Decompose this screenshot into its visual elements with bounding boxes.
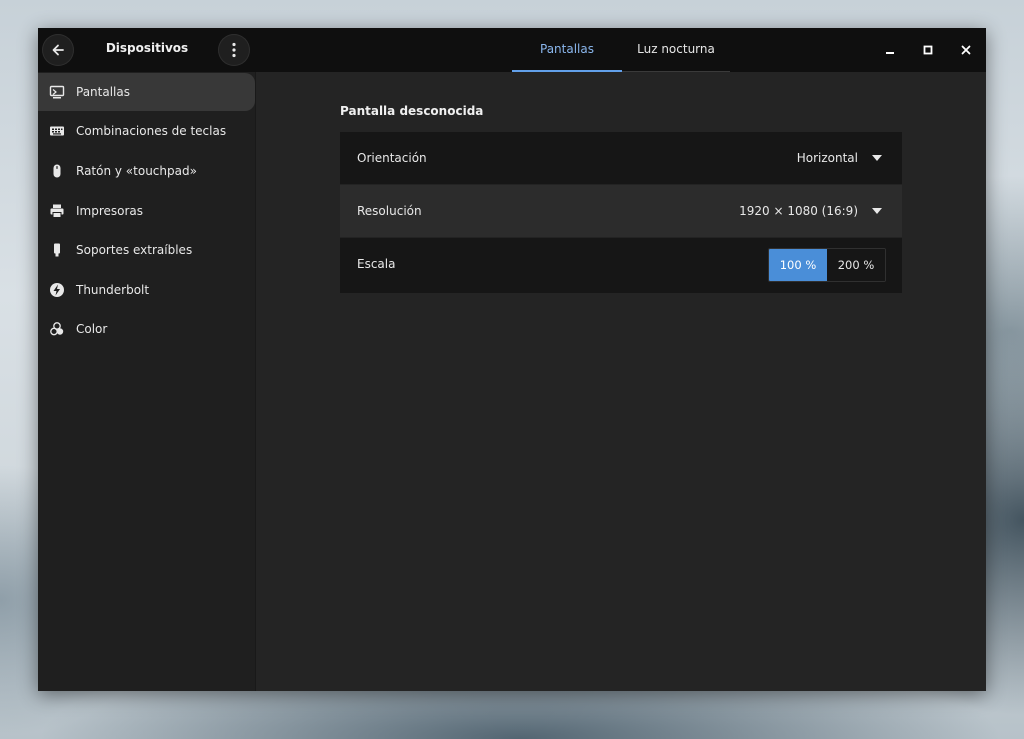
orientation-label: Orientación: [357, 151, 427, 165]
scale-100-button[interactable]: 100 %: [769, 249, 827, 281]
back-button[interactable]: [42, 34, 74, 66]
sidebar-item-pantallas[interactable]: Pantallas: [38, 73, 255, 111]
minimize-button[interactable]: [880, 40, 900, 60]
mouse-icon: [49, 163, 65, 179]
sidebar-item-label: Thunderbolt: [76, 283, 150, 297]
close-button[interactable]: [956, 40, 976, 60]
display-icon: [49, 84, 65, 100]
close-icon: [961, 45, 971, 55]
sidebar-item-label: Impresoras: [76, 204, 144, 218]
thunderbolt-icon: [49, 282, 65, 298]
scale-toggle-group: 100 % 200 %: [768, 248, 886, 282]
main-content: Pantalla desconocida Orientación Horizon…: [256, 72, 986, 691]
resolution-value: 1920 × 1080 (16:9): [739, 204, 858, 218]
section-title: Pantalla desconocida: [340, 104, 484, 118]
sidebar-item-thunderbolt[interactable]: Thunderbolt: [38, 271, 255, 309]
orientation-value: Horizontal: [796, 151, 858, 165]
printer-icon: [49, 203, 65, 219]
chevron-down-icon: [872, 208, 882, 214]
scale-row: Escala 100 % 200 %: [340, 238, 902, 293]
sidebar-item-color[interactable]: Color: [38, 310, 255, 348]
chevron-down-icon: [872, 155, 882, 161]
sidebar-item-combinaciones[interactable]: Combinaciones de teclas: [38, 112, 255, 150]
minimize-icon: [886, 52, 894, 54]
sidebar-item-label: Ratón y «touchpad»: [76, 164, 197, 178]
resolution-row[interactable]: Resolución 1920 × 1080 (16:9): [340, 185, 902, 238]
back-arrow-icon: [52, 44, 64, 56]
sidebar-item-raton[interactable]: Ratón y «touchpad»: [38, 152, 255, 190]
scale-200-button[interactable]: 200 %: [827, 249, 885, 281]
orientation-row[interactable]: Orientación Horizontal: [340, 132, 902, 185]
vertical-dots-icon: [232, 42, 236, 58]
header-bar: Dispositivos Pantallas Luz nocturna: [38, 28, 986, 72]
usb-drive-icon: [49, 242, 65, 258]
sidebar-item-label: Soportes extraíbles: [76, 243, 193, 257]
menu-button[interactable]: [218, 34, 250, 66]
sidebar-item-label: Pantallas: [76, 85, 130, 99]
maximize-icon: [923, 45, 933, 55]
sidebar: Pantallas Combinaciones de teclas Ratón …: [38, 72, 256, 691]
scale-label: Escala: [357, 257, 396, 271]
keyboard-icon: [49, 123, 65, 139]
tab-pantallas[interactable]: Pantallas: [512, 28, 622, 72]
sidebar-item-impresoras[interactable]: Impresoras: [38, 192, 255, 230]
maximize-button[interactable]: [918, 40, 938, 60]
tab-bar: Pantallas Luz nocturna: [512, 28, 730, 72]
color-icon: [49, 321, 65, 337]
resolution-label: Resolución: [357, 204, 422, 218]
sidebar-item-soportes[interactable]: Soportes extraíbles: [38, 231, 255, 269]
sidebar-item-label: Color: [76, 322, 108, 336]
tab-luz-nocturna[interactable]: Luz nocturna: [622, 28, 730, 72]
display-settings-list: Orientación Horizontal Resolución 1920 ×…: [340, 132, 902, 293]
settings-window: Dispositivos Pantallas Luz nocturna Pant…: [38, 28, 986, 691]
header-title: Dispositivos: [105, 41, 189, 55]
sidebar-item-label: Combinaciones de teclas: [76, 124, 227, 138]
